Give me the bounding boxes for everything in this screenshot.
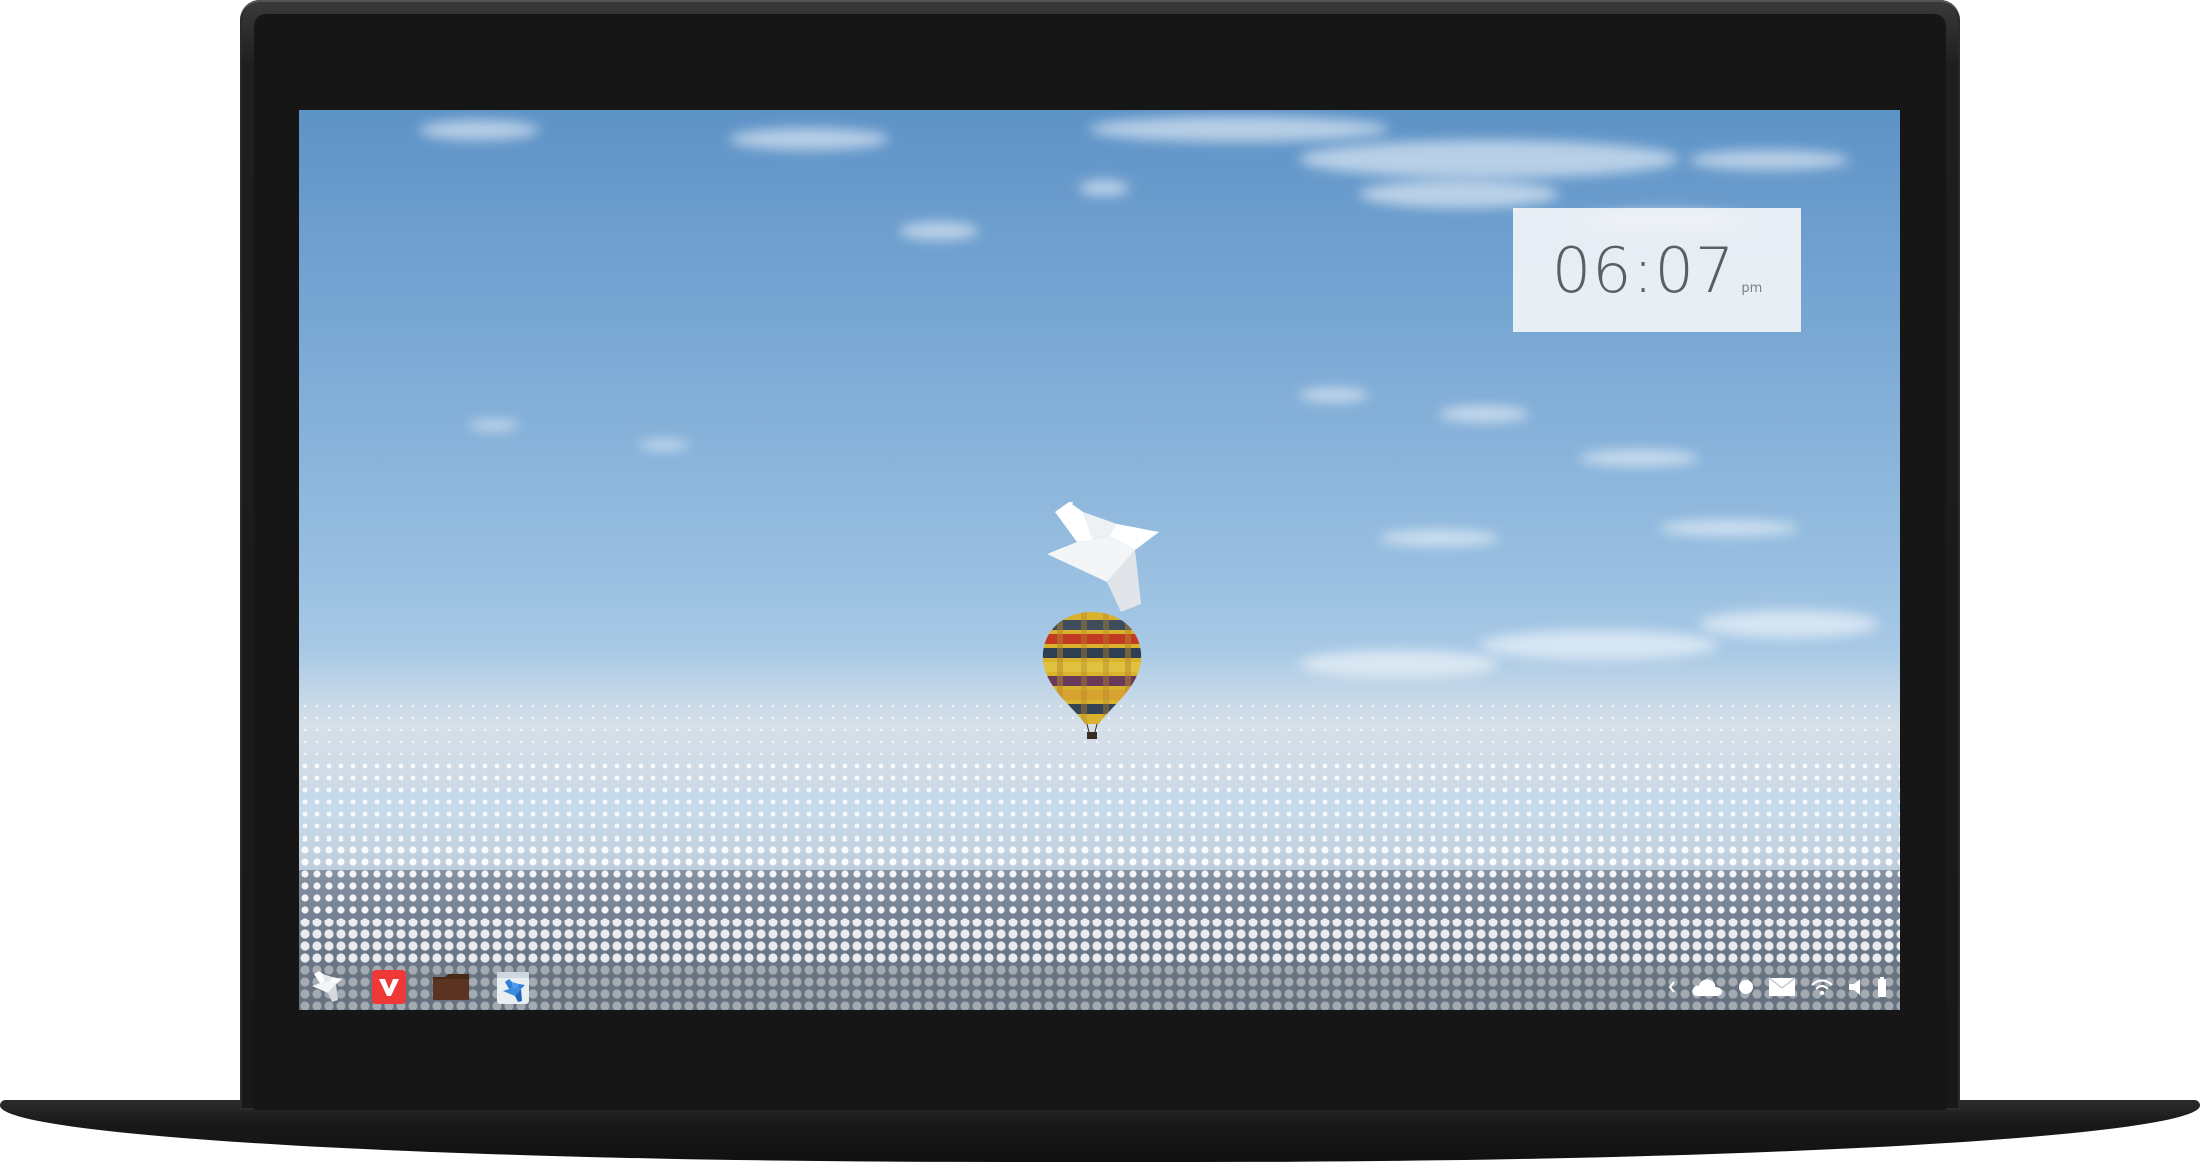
cloud: [1379, 530, 1499, 546]
cloud: [1089, 116, 1389, 142]
cloud-sync-button[interactable]: [1690, 972, 1724, 1002]
cloud: [1079, 180, 1129, 196]
battery-button[interactable]: [1878, 972, 1886, 1002]
cloud: [1579, 450, 1699, 466]
system-tray: [1668, 972, 1900, 1002]
app-store-launcher[interactable]: [493, 967, 533, 1007]
desktop-screen: 06:07 pm: [299, 110, 1900, 1010]
tray-expand-button[interactable]: [1668, 972, 1676, 1002]
wifi-button[interactable]: [1810, 972, 1834, 1002]
battery-icon: [1878, 977, 1886, 997]
origami-bird-menu-icon: [312, 971, 342, 1002]
cloud: [1439, 406, 1529, 422]
volume-button[interactable]: [1848, 972, 1864, 1002]
app-store-bird-icon: [497, 972, 529, 1004]
vivaldi-browser-icon: [372, 970, 406, 1004]
start-menu-button[interactable]: [307, 967, 347, 1007]
files-launcher[interactable]: [431, 967, 471, 1007]
cloud: [1659, 520, 1799, 536]
cloud: [1299, 140, 1679, 178]
cloud: [1699, 610, 1879, 638]
clock-time: 06:07: [1551, 233, 1736, 307]
mail-button[interactable]: [1768, 972, 1796, 1002]
circle-status-icon: [1739, 980, 1753, 994]
cloud: [899, 222, 979, 240]
cloud: [1689, 150, 1849, 170]
cloud: [1299, 388, 1369, 402]
clock-widget[interactable]: 06:07 pm: [1513, 208, 1801, 332]
hot-air-balloon: [1042, 612, 1142, 739]
folder-files-icon: [433, 974, 469, 1000]
mail-icon: [1768, 977, 1796, 996]
vivaldi-launcher[interactable]: [369, 967, 409, 1007]
wifi-icon: [1811, 979, 1833, 996]
laptop-mockup: 06:07 pm: [0, 0, 2200, 1165]
origami-bird-logo: [1047, 502, 1159, 612]
cloud: [639, 440, 689, 450]
chevron-left-icon: [1668, 981, 1675, 993]
status-indicator-button[interactable]: [1738, 972, 1754, 1002]
cloud-icon: [1692, 979, 1723, 996]
clock-ampm: pm: [1741, 281, 1763, 296]
cloud: [469, 420, 519, 430]
volume-icon: [1849, 979, 1860, 995]
cloud: [1359, 180, 1559, 208]
cloud: [729, 128, 889, 150]
taskbar-launchers: [299, 967, 533, 1007]
taskbar: [299, 964, 1900, 1010]
cloud: [419, 120, 539, 140]
